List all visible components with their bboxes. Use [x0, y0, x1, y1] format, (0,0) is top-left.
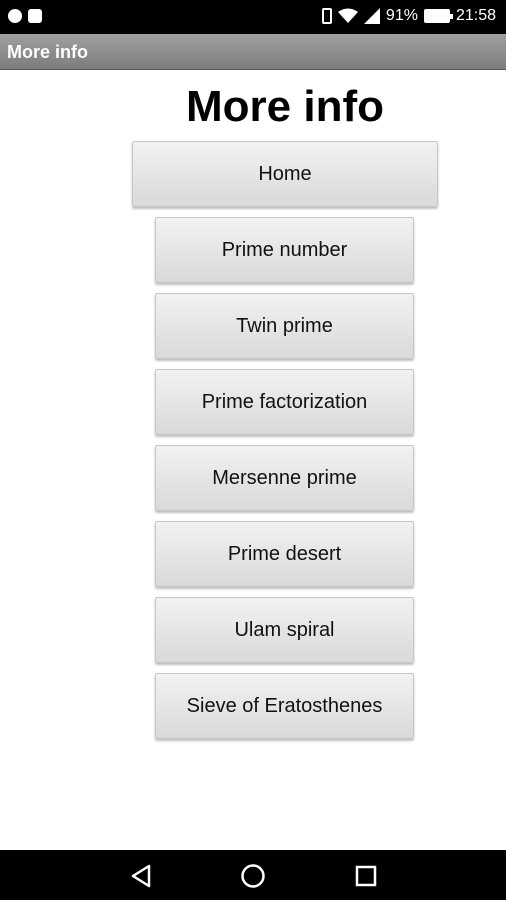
- home-circle-icon[interactable]: [239, 862, 267, 890]
- recent-square-icon[interactable]: [352, 862, 380, 890]
- home-button[interactable]: Home: [132, 141, 438, 207]
- action-bar: More info: [0, 34, 506, 70]
- back-triangle-icon[interactable]: [127, 862, 155, 890]
- twin-prime-button[interactable]: Twin prime: [155, 293, 414, 359]
- prime-desert-button[interactable]: Prime desert: [155, 521, 414, 587]
- battery-percent: 91%: [385, 7, 418, 24]
- prime-number-button[interactable]: Prime number: [155, 217, 414, 283]
- clock: 21:58: [455, 7, 496, 24]
- action-bar-title: More info: [7, 42, 88, 62]
- prime-factorization-button[interactable]: Prime factorization: [155, 369, 414, 435]
- vibrate-icon: [321, 8, 332, 24]
- signal-icon: [363, 8, 380, 24]
- wifi-icon: [337, 8, 358, 24]
- battery-icon: [423, 9, 453, 23]
- notification-icons: [8, 9, 42, 23]
- navigation-bar: [0, 850, 506, 900]
- sieve-of-eratosthenes-button[interactable]: Sieve of Eratosthenes: [155, 673, 414, 739]
- ulam-spiral-button[interactable]: Ulam spiral: [155, 597, 414, 663]
- status-bar: 91% 21:58: [0, 0, 506, 34]
- youtube-notification-icon: [28, 9, 42, 23]
- page-title: More info: [186, 82, 384, 131]
- status-indicators: 91% 21:58: [321, 7, 496, 25]
- mersenne-prime-button[interactable]: Mersenne prime: [155, 445, 414, 511]
- screen: 91% 21:58 More info More info Home Prime…: [0, 0, 506, 900]
- notification-app-icon: [8, 9, 22, 23]
